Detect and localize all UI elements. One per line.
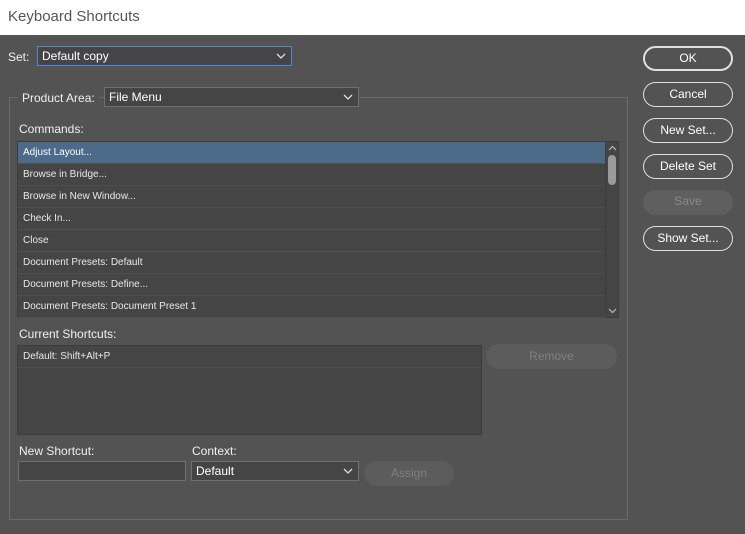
product-area-value: File Menu	[109, 90, 162, 104]
dialog-body: Set: Default copy Product Area: File Men…	[0, 35, 745, 534]
current-shortcuts-list[interactable]: Default: Shift+Alt+P	[17, 345, 482, 435]
context-value: Default	[196, 464, 235, 478]
set-dropdown-value: Default copy	[42, 49, 109, 63]
scroll-up-arrow-icon[interactable]	[608, 144, 617, 153]
commands-scrollbar[interactable]	[605, 142, 618, 317]
product-area-label: Product Area:	[18, 91, 99, 105]
save-button[interactable]: Save	[643, 190, 733, 215]
set-label: Set:	[8, 50, 30, 64]
remove-button[interactable]: Remove	[486, 344, 617, 369]
command-row[interactable]: Adjust Layout...	[18, 142, 606, 164]
ok-button[interactable]: OK	[643, 46, 733, 71]
window-title: Keyboard Shortcuts	[0, 0, 745, 35]
shortcut-row[interactable]: Default: Shift+Alt+P	[18, 346, 481, 368]
delete-set-button[interactable]: Delete Set	[643, 154, 733, 179]
context-label: Context:	[192, 444, 237, 458]
command-row[interactable]: Document Presets: Default	[18, 252, 606, 274]
new-set-button[interactable]: New Set...	[643, 118, 733, 143]
commands-list[interactable]: Adjust Layout... Browse in Bridge... Bro…	[17, 141, 619, 318]
chevron-down-icon	[343, 94, 353, 100]
command-row[interactable]: Check In...	[18, 208, 606, 230]
product-area-dropdown[interactable]: File Menu	[104, 87, 359, 107]
new-shortcut-input[interactable]	[18, 461, 186, 481]
command-row[interactable]: Document Presets: Document Preset 1	[18, 296, 606, 318]
scroll-down-arrow-icon[interactable]	[608, 306, 617, 315]
command-row[interactable]: Browse in New Window...	[18, 186, 606, 208]
new-shortcut-label: New Shortcut:	[19, 444, 95, 458]
show-set-button[interactable]: Show Set...	[643, 226, 733, 251]
command-row[interactable]: Browse in Bridge...	[18, 164, 606, 186]
scrollbar-thumb[interactable]	[608, 155, 616, 185]
commands-label: Commands:	[19, 122, 84, 136]
cancel-button[interactable]: Cancel	[643, 82, 733, 107]
assign-button[interactable]: Assign	[364, 461, 454, 486]
chevron-down-icon	[276, 53, 286, 59]
command-row[interactable]: Close	[18, 230, 606, 252]
command-row[interactable]: Document Presets: Define...	[18, 274, 606, 296]
set-dropdown[interactable]: Default copy	[37, 46, 292, 66]
current-shortcuts-label: Current Shortcuts:	[19, 327, 117, 341]
chevron-down-icon	[343, 468, 353, 474]
context-dropdown[interactable]: Default	[191, 461, 359, 481]
